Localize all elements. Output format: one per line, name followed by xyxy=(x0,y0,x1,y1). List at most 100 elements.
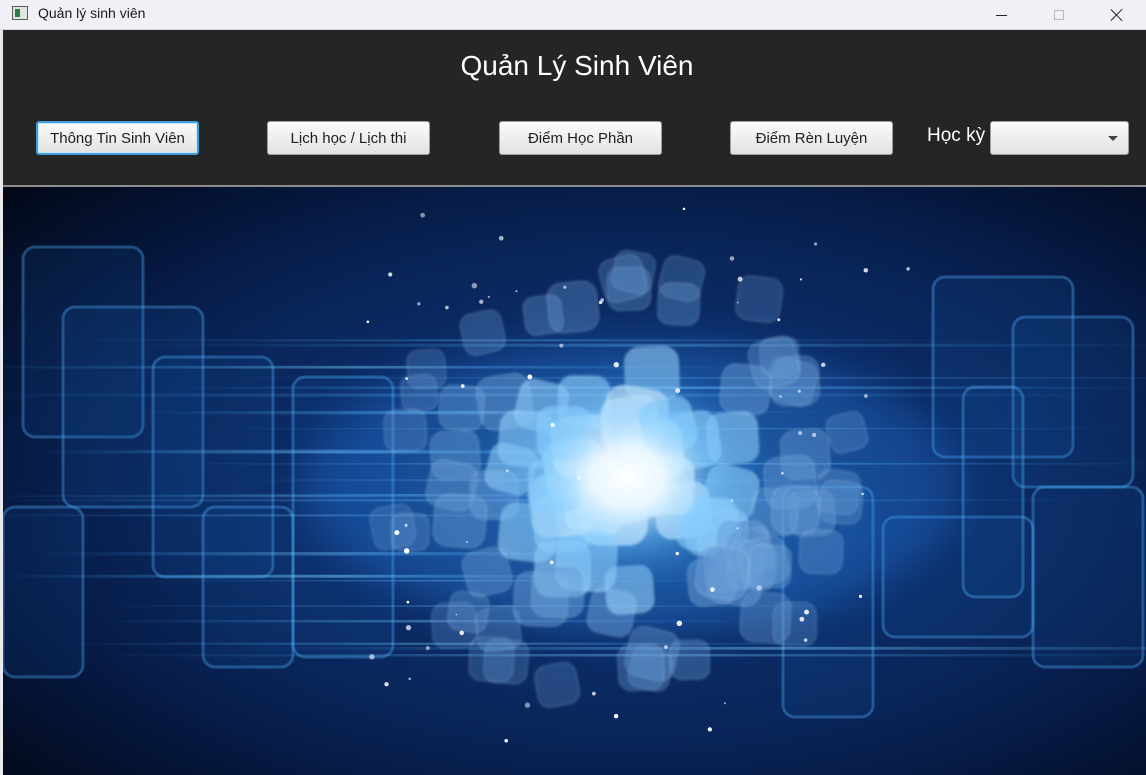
sparkle xyxy=(524,702,531,708)
sparkle xyxy=(613,362,619,368)
sparkle xyxy=(384,682,389,687)
sparkle xyxy=(798,431,803,436)
globe-tile xyxy=(447,590,490,634)
sparkle xyxy=(781,471,784,475)
decorative-panel xyxy=(1011,315,1135,489)
sparkle xyxy=(707,727,712,732)
sparkle xyxy=(405,377,409,381)
globe-tile xyxy=(669,639,711,681)
course-grades-button[interactable]: Điểm Học Phần xyxy=(499,121,662,155)
window-title-bar: Quản lý sinh viên xyxy=(0,0,1146,30)
sparkle xyxy=(864,394,868,398)
schedule-button[interactable]: Lịch học / Lịch thi xyxy=(267,121,430,155)
sparkle xyxy=(799,278,802,281)
globe-tile xyxy=(657,282,701,326)
sparkle xyxy=(736,301,739,304)
sparkle xyxy=(425,645,430,651)
sparkle xyxy=(408,677,411,681)
sparkle xyxy=(682,207,686,211)
sparkle xyxy=(563,285,567,289)
sparkle xyxy=(710,587,715,592)
globe-tile xyxy=(383,408,427,453)
conduct-score-button[interactable]: Điểm Rèn Luyện xyxy=(730,121,893,155)
maximize-button[interactable] xyxy=(1030,0,1088,30)
sparkle xyxy=(737,276,743,282)
sparkle xyxy=(821,362,826,368)
sparkle xyxy=(676,620,683,627)
minimize-button[interactable] xyxy=(972,0,1030,30)
sparkle xyxy=(455,613,458,616)
sparkle xyxy=(861,492,864,496)
sparkle xyxy=(459,630,464,636)
maximize-icon xyxy=(1054,10,1064,20)
decorative-panel xyxy=(3,505,85,679)
globe-tile xyxy=(818,479,864,525)
semester-label: Học kỳ xyxy=(927,125,986,146)
light-streak xyxy=(60,339,971,342)
sparkle xyxy=(369,654,375,660)
minimize-icon xyxy=(995,14,1007,16)
sparkle xyxy=(723,702,726,705)
sparkle xyxy=(549,560,554,565)
sparkle xyxy=(527,374,533,380)
sparkle xyxy=(675,388,681,394)
sparkle xyxy=(729,256,735,261)
sparkle xyxy=(803,638,808,642)
sparkle xyxy=(487,295,490,298)
sparkle xyxy=(394,530,400,536)
sparkle xyxy=(515,290,518,293)
page-title: Quản Lý Sinh Viên xyxy=(460,50,694,81)
globe-tile xyxy=(534,661,581,708)
decorative-panel xyxy=(961,385,1025,599)
sparkle xyxy=(906,267,910,271)
sparkle xyxy=(504,739,508,743)
sparkle xyxy=(591,691,596,696)
sparkle xyxy=(598,300,603,305)
globe-tile xyxy=(748,544,792,589)
sparkle xyxy=(550,422,555,428)
close-button[interactable] xyxy=(1088,0,1146,30)
sparkle xyxy=(404,523,408,527)
sparkle xyxy=(406,600,410,604)
app-window-icon xyxy=(12,6,28,20)
globe-tile xyxy=(735,275,783,323)
window-title: Quản lý sinh viên xyxy=(38,5,146,21)
sparkle xyxy=(388,272,393,277)
sparkle xyxy=(498,235,504,241)
sparkle xyxy=(466,540,469,543)
sparkle xyxy=(613,713,619,719)
sparkle xyxy=(812,432,817,438)
sparkle xyxy=(813,242,818,246)
sparkle xyxy=(730,499,734,502)
globe-tile xyxy=(438,384,485,432)
globe-tile xyxy=(432,493,488,549)
sparkle xyxy=(675,551,679,556)
sparkle xyxy=(779,395,782,398)
semester-select[interactable] xyxy=(990,121,1129,155)
digital-globe-illustration xyxy=(3,187,1146,775)
student-info-button[interactable]: Thông Tin Sinh Viên xyxy=(36,121,199,155)
sparkle xyxy=(471,282,478,289)
sparkle xyxy=(479,299,484,304)
sparkle xyxy=(420,212,426,218)
sparkle xyxy=(799,616,805,622)
sparkle xyxy=(664,645,668,649)
chevron-down-icon xyxy=(1108,136,1118,141)
close-icon xyxy=(1110,8,1124,22)
sparkle xyxy=(417,302,421,306)
globe-tile xyxy=(798,529,844,575)
sparkle xyxy=(505,469,509,473)
sparkle xyxy=(863,268,869,273)
hero-image xyxy=(3,187,1146,775)
sparkle xyxy=(405,625,412,631)
sparkle xyxy=(804,609,810,615)
sparkle xyxy=(777,318,781,322)
sparkle xyxy=(576,475,582,480)
globe-tile xyxy=(617,643,665,692)
sparkle xyxy=(366,320,370,324)
sparkle xyxy=(460,384,465,388)
sparkle xyxy=(797,389,801,393)
sparkle xyxy=(403,548,410,554)
decorative-panel xyxy=(1031,485,1145,669)
app-header: Quản Lý Sinh Viên Thông Tin Sinh Viên Lị… xyxy=(3,30,1146,185)
